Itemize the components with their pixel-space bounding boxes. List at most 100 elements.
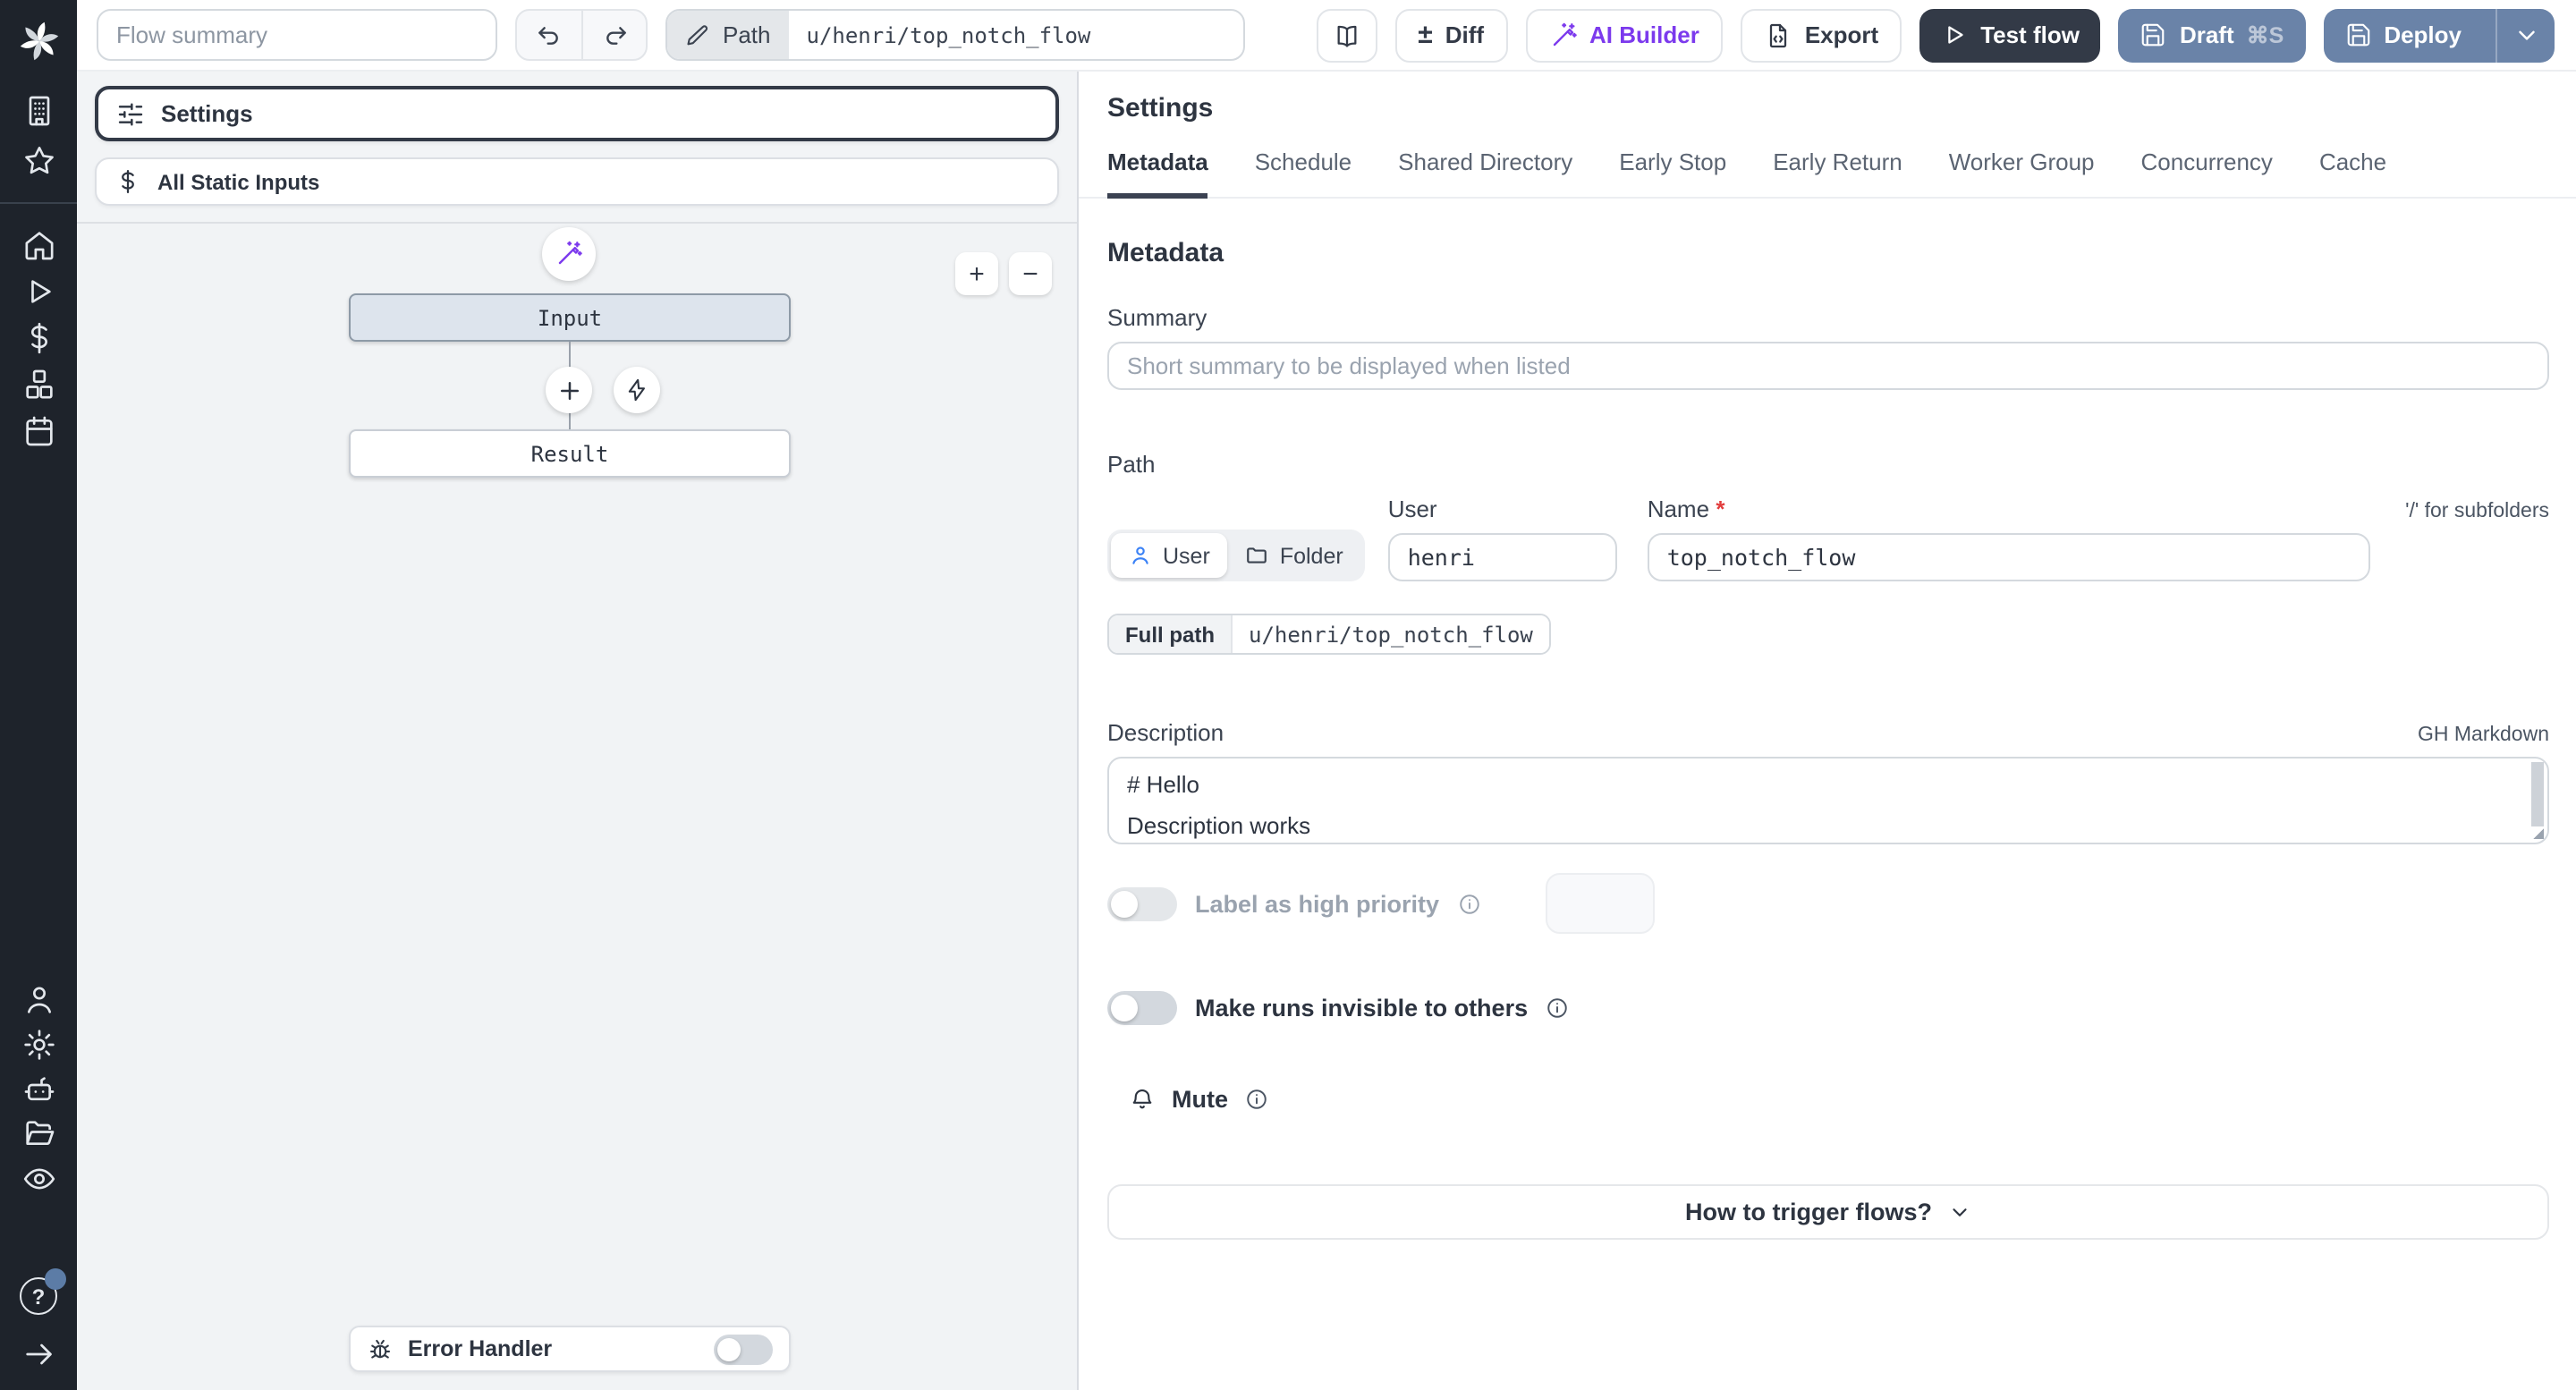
ai-flow-button[interactable] — [542, 227, 596, 281]
zoom-in-button[interactable]: + — [955, 252, 998, 295]
resources-boxes-icon[interactable] — [21, 367, 56, 403]
workers-robot-icon[interactable] — [21, 1072, 56, 1107]
high-priority-toggle[interactable] — [1107, 886, 1177, 920]
folders-icon[interactable] — [21, 1116, 56, 1152]
sidebar-divider — [0, 202, 77, 204]
diff-label: Diff — [1445, 21, 1485, 48]
variables-dollar-icon[interactable] — [21, 320, 56, 356]
summary-label: Summary — [1107, 304, 1208, 331]
path-chip-value[interactable]: u/henri/top_notch_flow — [789, 11, 1244, 59]
home-icon[interactable] — [21, 227, 56, 263]
draft-label: Draft — [2179, 21, 2234, 48]
save-icon — [2142, 23, 2165, 47]
mute-label: Mute — [1172, 1086, 1228, 1113]
zoom-out-button[interactable]: − — [1009, 252, 1052, 295]
toggle-knob — [1111, 890, 1138, 917]
audit-eye-icon[interactable] — [21, 1161, 56, 1197]
ai-builder-label: AI Builder — [1589, 21, 1699, 48]
tab-cache[interactable]: Cache — [2319, 148, 2386, 199]
user-input[interactable] — [1387, 533, 1617, 581]
result-node[interactable]: Result — [349, 429, 791, 478]
path-controls: User Folder User Name * '/' for subfolde… — [1107, 496, 2549, 581]
flow-summary-input[interactable] — [97, 9, 497, 61]
deploy-options-button[interactable] — [2496, 8, 2555, 62]
high-priority-row: Label as high priority — [1107, 873, 2549, 934]
full-path-value: u/henri/top_notch_flow — [1231, 615, 1549, 653]
priority-value-input[interactable] — [1545, 873, 1655, 934]
tab-concurrency[interactable]: Concurrency — [2141, 148, 2273, 199]
workspace-building-icon[interactable] — [21, 93, 56, 129]
favorites-star-icon[interactable] — [21, 143, 56, 179]
name-label-text: Name — [1647, 496, 1710, 522]
invisible-runs-row: Make runs invisible to others — [1107, 991, 2549, 1025]
save-icon — [2347, 23, 2369, 47]
docs-book-button[interactable] — [1316, 8, 1377, 62]
input-node[interactable]: Input — [349, 293, 791, 342]
tab-metadata[interactable]: Metadata — [1107, 148, 1208, 199]
undo-button[interactable] — [517, 11, 581, 59]
resize-grip-icon[interactable] — [2531, 828, 2544, 839]
export-button[interactable]: Export — [1740, 8, 1902, 62]
redo-button[interactable] — [581, 11, 646, 59]
flow-settings-card[interactable]: Settings — [95, 86, 1059, 141]
expand-sidebar-arrow-icon[interactable] — [21, 1336, 56, 1372]
name-field: Name * — [1647, 496, 2370, 581]
users-person-icon[interactable] — [21, 982, 56, 1018]
add-trigger-button[interactable] — [614, 367, 660, 413]
flow-graph-canvas[interactable]: Input Result + − Error Handler — [77, 222, 1077, 1390]
tab-worker-group[interactable]: Worker Group — [1949, 148, 2095, 199]
help-button[interactable]: ? — [20, 1268, 66, 1315]
error-handler-label: Error Handler — [408, 1336, 553, 1361]
description-header-row: Description GH Markdown — [1107, 719, 2549, 746]
runs-play-icon[interactable] — [21, 274, 56, 309]
owner-kind-folder-segment[interactable]: Folder — [1228, 533, 1361, 578]
tab-early-return[interactable]: Early Return — [1773, 148, 1902, 199]
diff-button[interactable]: ± Diff — [1394, 8, 1508, 62]
schedules-calendar-icon[interactable] — [21, 413, 56, 449]
topbar-actions: ± Diff AI Builder Export Test flow Draft… — [1316, 8, 2555, 62]
description-scrollbar[interactable] — [2531, 762, 2544, 826]
error-handler-card[interactable]: Error Handler — [349, 1326, 791, 1372]
ai-builder-button[interactable]: AI Builder — [1525, 8, 1723, 62]
how-to-trigger-flows-expander[interactable]: How to trigger flows? — [1107, 1184, 2549, 1240]
tab-schedule[interactable]: Schedule — [1255, 148, 1352, 199]
invisible-runs-label: Make runs invisible to others — [1195, 995, 1529, 1021]
name-input[interactable] — [1647, 533, 2370, 581]
path-chip-label: Path — [723, 21, 771, 48]
owner-kind-user-label: User — [1163, 543, 1210, 568]
undo-redo-group — [515, 9, 648, 61]
topbar: Path u/henri/top_notch_flow ± Diff AI Bu… — [77, 0, 2576, 72]
file-export-icon — [1769, 22, 1786, 47]
high-priority-label: Label as high priority — [1195, 890, 1440, 917]
user-field: User — [1387, 496, 1617, 581]
flow-settings-card-label: Settings — [161, 100, 253, 127]
canvas-zoom-controls: + − — [955, 252, 1052, 295]
deploy-label: Deploy — [2384, 21, 2462, 48]
all-static-inputs-card[interactable]: All Static Inputs — [95, 157, 1059, 206]
settings-gear-icon[interactable] — [21, 1027, 56, 1063]
summary-input[interactable] — [1107, 342, 2549, 390]
invisible-runs-toggle[interactable] — [1107, 991, 1177, 1025]
deploy-button-group: Deploy — [2323, 8, 2555, 62]
full-path-label: Full path — [1109, 615, 1231, 653]
windmill-flow-editor: ? Path u/henri/top_notch_flow — [0, 0, 2576, 1390]
tab-early-stop[interactable]: Early Stop — [1619, 148, 1726, 199]
deploy-button[interactable]: Deploy — [2323, 8, 2483, 62]
bug-icon — [369, 1338, 391, 1358]
owner-kind-user-segment[interactable]: User — [1111, 533, 1228, 578]
windmill-logo[interactable] — [15, 4, 62, 79]
flow-panel-header: Settings All Static Inputs — [77, 72, 1077, 222]
plus-minus-icon: ± — [1418, 20, 1433, 50]
settings-panel-title: Settings — [1107, 93, 1214, 123]
sidebar-admin-group — [21, 973, 56, 1206]
test-flow-button[interactable]: Test flow — [1919, 8, 2101, 62]
info-icon — [1459, 894, 1479, 913]
description-textarea[interactable]: # Hello Description works — [1107, 757, 2549, 844]
error-handler-toggle[interactable] — [714, 1334, 773, 1364]
pencil-icon — [687, 24, 708, 45]
draft-button[interactable]: Draft ⌘S — [2118, 8, 2306, 62]
tab-shared-directory[interactable]: Shared Directory — [1398, 148, 1572, 199]
path-chip[interactable]: Path u/henri/top_notch_flow — [665, 9, 1245, 61]
add-step-button[interactable] — [546, 367, 592, 413]
sidebar: ? — [0, 0, 77, 1390]
